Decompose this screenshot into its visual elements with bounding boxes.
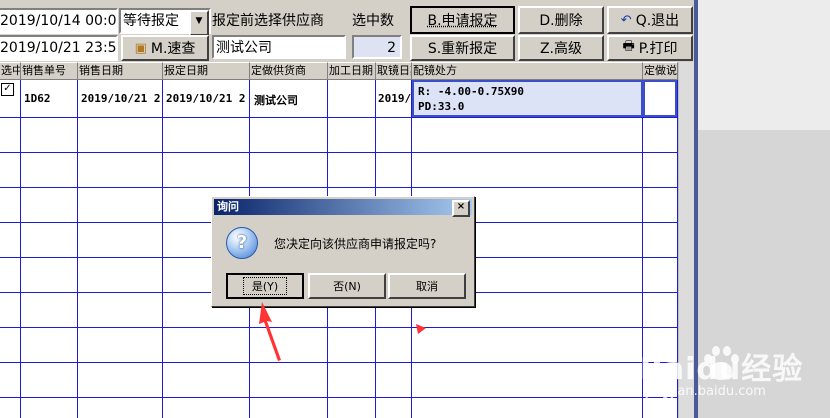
print-button[interactable]: 🖶 P.打印: [607, 35, 693, 61]
delete-label: D.删除: [539, 13, 583, 29]
col-header-order-no[interactable]: 销售单号: [21, 62, 78, 80]
advanced-button[interactable]: Z.高级: [518, 35, 604, 61]
col-header-notes[interactable]: 定做说明: [643, 62, 678, 80]
chevron-down-icon[interactable]: ▼: [189, 10, 209, 36]
cancel-button[interactable]: 取消: [388, 273, 466, 299]
row-order-no: 1D62: [24, 92, 51, 105]
undo-arrow-icon: ↶: [620, 12, 632, 28]
row-quote-date: 2019/10/21 2: [166, 92, 246, 105]
annotation-arrow-icon: [259, 302, 281, 361]
supplier-prompt-label: 报定前选择供应商: [212, 13, 324, 29]
advanced-label: Z.高级: [539, 41, 583, 57]
delete-button[interactable]: D.删除: [518, 6, 604, 34]
col-header-sale-date[interactable]: 销售日期: [78, 62, 163, 80]
row-pickup-date: 2019/: [378, 92, 411, 105]
col-header-process-date[interactable]: 加工日期: [328, 62, 376, 80]
prescription-line-1: R: -4.00-0.75X90: [418, 85, 524, 98]
resubmit-quote-button[interactable]: S.重新报定: [410, 35, 515, 61]
yes-label: 是(Y): [242, 277, 288, 295]
search-book-icon: ▣: [134, 40, 147, 56]
date-from-field[interactable]: 2019/10/14 00:00: [0, 8, 118, 34]
yes-button[interactable]: 是(Y): [226, 273, 304, 299]
dialog-title: 询问: [217, 200, 239, 213]
exit-button[interactable]: ↶ Q.退出: [607, 6, 693, 34]
watermark-url: jingyan.baidu.com: [646, 384, 766, 399]
watermark-brand: Baidu经验: [640, 352, 804, 387]
row-prescription-cell[interactable]: R: -4.00-0.75X90 PD:33.0: [412, 80, 643, 117]
question-icon: ?: [226, 227, 258, 259]
cancel-label: 取消: [416, 280, 438, 293]
col-header-pickup-date[interactable]: 取镜日期: [376, 62, 412, 80]
row-select-checkbox[interactable]: ✓: [1, 83, 14, 96]
col-header-quote-date[interactable]: 报定日期: [163, 62, 250, 80]
row-sale-date: 2019/10/21 2: [81, 92, 161, 105]
selected-count-label: 选中数: [352, 13, 394, 29]
baidu-watermark: Baidu经验 jingyan.baidu.com: [640, 340, 830, 410]
row-supplier: 测试公司: [254, 94, 298, 107]
col-header-select[interactable]: 选中: [0, 62, 21, 80]
dialog-message: 您决定向该供应商申请报定吗?: [274, 237, 437, 251]
prescription-line-2: PD:33.0: [418, 100, 465, 113]
no-label: 否(N): [333, 280, 361, 293]
annotation-marker-icon: [416, 324, 426, 334]
apply-quote-button[interactable]: B.申请报定: [410, 6, 515, 34]
dialog-titlebar[interactable]: 询问 ×: [214, 199, 472, 217]
col-header-supplier[interactable]: 定做供货商: [250, 62, 328, 80]
apply-quote-label: B.申请报定: [427, 13, 498, 29]
no-button[interactable]: 否(N): [308, 273, 386, 299]
confirm-dialog: 询问 × ? 您决定向该供应商申请报定吗? 是(Y) 否(N) 取消: [211, 196, 475, 307]
row-notes-cell[interactable]: [643, 80, 677, 117]
status-select-value: 等待报定: [123, 13, 179, 29]
exit-label: Q.退出: [635, 13, 680, 29]
quick-search-label: M.速查: [150, 41, 196, 57]
supplier-field[interactable]: 测试公司: [212, 35, 346, 59]
print-label: P.打印: [638, 41, 678, 57]
date-to-field[interactable]: 2019/10/21 23:59: [0, 35, 118, 61]
status-select[interactable]: 等待报定 ▼: [119, 8, 211, 36]
resubmit-quote-label: S.重新报定: [427, 41, 498, 57]
quick-search-button[interactable]: ▣ M.速查: [121, 35, 209, 61]
selected-count-field: 2: [352, 35, 402, 59]
col-header-prescription[interactable]: 配镜处方: [412, 62, 643, 80]
printer-icon: 🖶: [622, 39, 635, 54]
close-icon[interactable]: ×: [452, 200, 470, 217]
